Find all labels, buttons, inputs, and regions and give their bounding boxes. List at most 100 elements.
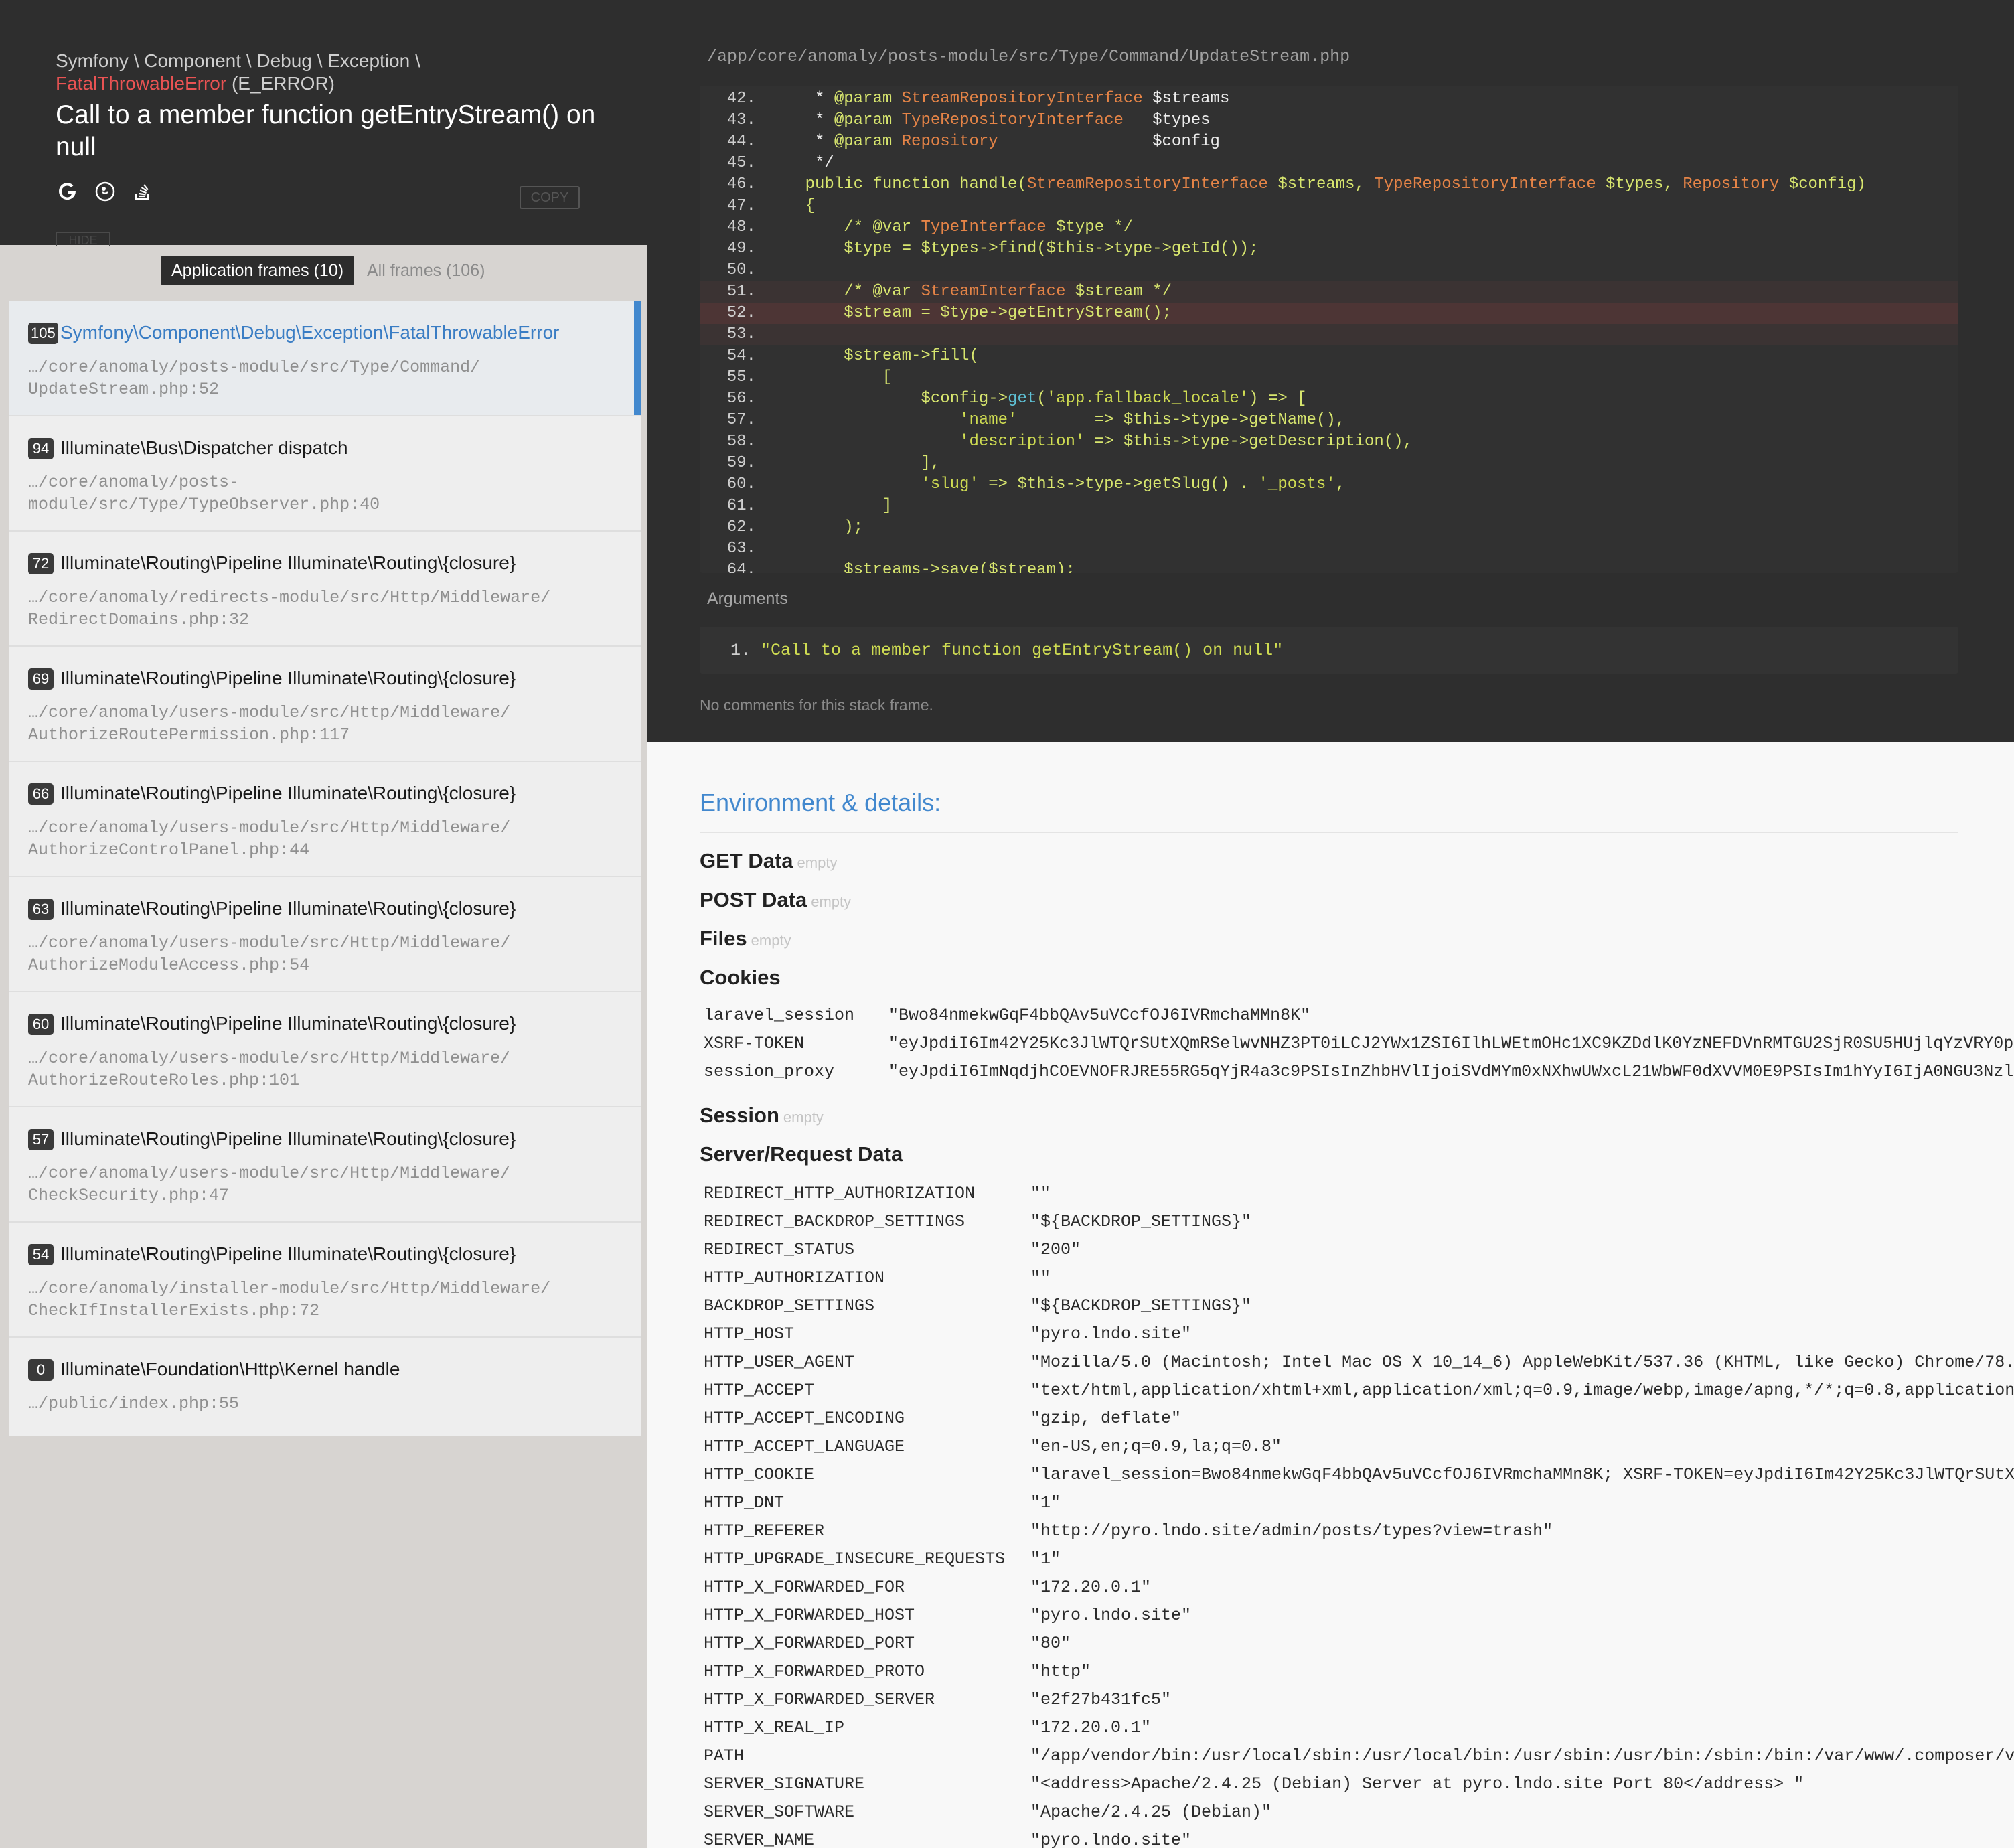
frame-index-badge: 66 xyxy=(28,783,54,805)
kv-key: SERVER_NAME xyxy=(704,1831,815,1848)
frame-index-badge: 54 xyxy=(28,1244,54,1265)
arguments-label: Arguments xyxy=(707,589,788,608)
code-panel: /app/core/anomaly/posts-module/src/Type/… xyxy=(647,0,2014,742)
line-number: 60. xyxy=(726,475,756,493)
line-number: 54. xyxy=(726,347,756,365)
kv-key: HTTP_USER_AGENT xyxy=(704,1353,855,1372)
section-label: Cookies xyxy=(700,966,781,989)
section-label: Server/Request Data xyxy=(700,1142,903,1166)
kv-row: session_proxy "eyJpdiI6ImNqdjhCOEVNOFRJRE… xyxy=(704,1058,2014,1086)
section-label: POST Data xyxy=(700,888,807,911)
kv-row: SERVER_NAME "pyro.lndo.site" xyxy=(704,1827,2014,1848)
kv-value: "en-US,en;q=0.9,la;q=0.8" xyxy=(1030,1437,1282,1456)
line-number: 50. xyxy=(726,261,756,279)
kv-key: HTTP_COOKIE xyxy=(704,1465,815,1484)
exception-namespace: Symfony \ Component \ Debug \ Exception … xyxy=(56,50,420,71)
frame-class: Illuminate\Foundation\Http\Kernel handle xyxy=(60,1359,400,1379)
tab-all-frames[interactable]: All frames (106) xyxy=(367,256,485,285)
section-label: GET Data xyxy=(700,849,793,872)
no-comments-text: No comments for this stack frame. xyxy=(700,696,933,714)
code-line: 54. $stream->fill( xyxy=(700,345,1958,367)
kv-key: HTTP_ACCEPT_LANGUAGE xyxy=(704,1437,905,1456)
code-text: $stream = $type->getEntryStream(); xyxy=(767,304,1172,322)
code-line: 48. /* @var TypeInterface $type */ xyxy=(700,217,1958,238)
kv-key: HTTP_AUTHORIZATION xyxy=(704,1268,885,1288)
line-number: 62. xyxy=(726,518,756,536)
stack-frame[interactable]: 60 Illuminate\Routing\Pipeline Illuminate… xyxy=(9,992,641,1107)
kv-row: HTTP_HOST "pyro.lndo.site" xyxy=(704,1320,2014,1349)
code-text: */ xyxy=(767,154,834,172)
kv-key: HTTP_X_REAL_IP xyxy=(704,1718,845,1738)
empty-label: empty xyxy=(797,854,838,871)
stack-frame[interactable]: 72 Illuminate\Routing\Pipeline Illuminate… xyxy=(9,532,641,647)
kv-row: SERVER_SOFTWARE "Apache/2.4.25 (Debian)" xyxy=(704,1798,2014,1827)
line-number: 63. xyxy=(726,540,756,558)
code-line: 53. xyxy=(700,324,1958,345)
kv-row: HTTP_X_FORWARDED_PORT "80" xyxy=(704,1630,2014,1658)
kv-key: HTTP_REFERER xyxy=(704,1521,825,1541)
kv-key: HTTP_ACCEPT_ENCODING xyxy=(704,1409,905,1428)
stack-frame[interactable]: 0 Illuminate\Foundation\Http\Kernel handl… xyxy=(9,1338,641,1436)
stack-frame[interactable]: 54 Illuminate\Routing\Pipeline Illuminate… xyxy=(9,1223,641,1338)
line-number: 48. xyxy=(726,218,756,236)
kv-row: HTTP_X_FORWARDED_FOR "172.20.0.1" xyxy=(704,1573,2014,1602)
stack-frame[interactable]: 105 Symfony\Component\Debug\Exception\Fat… xyxy=(9,301,641,416)
code-line: 63. xyxy=(700,538,1958,560)
line-number: 58. xyxy=(726,433,756,451)
kv-key: REDIRECT_HTTP_AUTHORIZATION xyxy=(704,1184,976,1203)
kv-row: HTTP_X_FORWARDED_SERVER "e2f27b431fc5" xyxy=(704,1686,2014,1714)
kv-value: "1" xyxy=(1030,1549,1061,1569)
kv-row: HTTP_ACCEPT_LANGUAGE "en-US,en;q=0.9,la;q… xyxy=(704,1433,2014,1461)
kv-value: "gzip, deflate" xyxy=(1030,1409,1182,1428)
kv-value: "${BACKDROP_SETTINGS}" xyxy=(1030,1296,1252,1316)
code-text: [ xyxy=(767,368,893,386)
code-text: ] xyxy=(767,497,893,515)
stack-frame[interactable]: 66 Illuminate\Routing\Pipeline Illuminate… xyxy=(9,762,641,877)
kv-value: "pyro.lndo.site" xyxy=(1030,1606,1192,1625)
kv-row: HTTP_USER_AGENT "Mozilla/5.0 (Macintosh; … xyxy=(704,1349,2014,1377)
kv-value: "80" xyxy=(1030,1634,1071,1653)
tab-application-frames[interactable]: Application frames (10) xyxy=(161,256,355,285)
kv-row: HTTP_ACCEPT "text/html,application/xhtml+… xyxy=(704,1377,2014,1405)
code-text: $streams->save($stream); xyxy=(767,561,1075,573)
stack-frame[interactable]: 63 Illuminate\Routing\Pipeline Illuminate… xyxy=(9,877,641,992)
kv-value: "e2f27b431fc5" xyxy=(1030,1690,1172,1709)
stackoverflow-icon[interactable] xyxy=(131,179,155,204)
code-line: 51. /* @var StreamInterface $stream */ xyxy=(700,281,1958,303)
stack-frame[interactable]: 57 Illuminate\Routing\Pipeline Illuminate… xyxy=(9,1107,641,1223)
code-text: * @param StreamRepositoryInterface $stre… xyxy=(767,90,1230,108)
kv-row: HTTP_UPGRADE_INSECURE_REQUESTS "1" xyxy=(704,1545,2014,1573)
line-number: 44. xyxy=(726,133,756,151)
kv-value: "http" xyxy=(1030,1662,1091,1681)
frame-file: …/core/anomaly/users-module/src/Http/Mid… xyxy=(28,1049,511,1090)
exception-class-name: FatalThrowableError xyxy=(56,73,227,94)
line-number: 46. xyxy=(726,175,756,194)
code-line: 57. 'name' => $this->type->getName(), xyxy=(700,410,1958,431)
copy-button[interactable]: COPY xyxy=(520,186,580,209)
kv-key: laravel_session xyxy=(704,1006,855,1025)
code-line: 55. [ xyxy=(700,367,1958,388)
kv-row: BACKDROP_SETTINGS "${BACKDROP_SETTINGS}" xyxy=(704,1292,2014,1320)
kv-value: "172.20.0.1" xyxy=(1030,1718,1152,1738)
line-number: 53. xyxy=(726,325,756,343)
stack-frame[interactable]: 94 Illuminate\Bus\Dispatcher dispatch …/co… xyxy=(9,416,641,532)
hide-button[interactable]: HIDE xyxy=(56,232,110,246)
kv-key: HTTP_X_FORWARDED_FOR xyxy=(704,1577,905,1597)
kv-row: HTTP_DNT "1" xyxy=(704,1489,2014,1517)
session-heading: Session empty xyxy=(700,1103,824,1128)
google-icon[interactable] xyxy=(56,179,80,204)
kv-key: HTTP_X_FORWARDED_HOST xyxy=(704,1606,915,1625)
duckduckgo-icon[interactable] xyxy=(93,179,117,204)
kv-key: HTTP_UPGRADE_INSECURE_REQUESTS xyxy=(704,1549,1006,1569)
kv-value: "eyJpdiI6ImNqdjhCOEVNOFRJRE55RG5qYjR4a3c… xyxy=(888,1062,2014,1081)
kv-value: "text/html,application/xhtml+xml,applica… xyxy=(1030,1381,2014,1400)
kv-value: "200" xyxy=(1030,1240,1081,1259)
line-number: 61. xyxy=(726,497,756,515)
stack-frame[interactable]: 69 Illuminate\Routing\Pipeline Illuminate… xyxy=(9,647,641,762)
frame-class: Illuminate\Routing\Pipeline Illuminate\R… xyxy=(60,1013,516,1034)
code-line: 46. public function handle(StreamReposit… xyxy=(700,174,1958,196)
code-text: ); xyxy=(767,518,864,536)
kv-row: HTTP_AUTHORIZATION "" xyxy=(704,1264,2014,1292)
code-text: * @param TypeRepositoryInterface $types xyxy=(767,111,1211,129)
line-number: 49. xyxy=(726,240,756,258)
